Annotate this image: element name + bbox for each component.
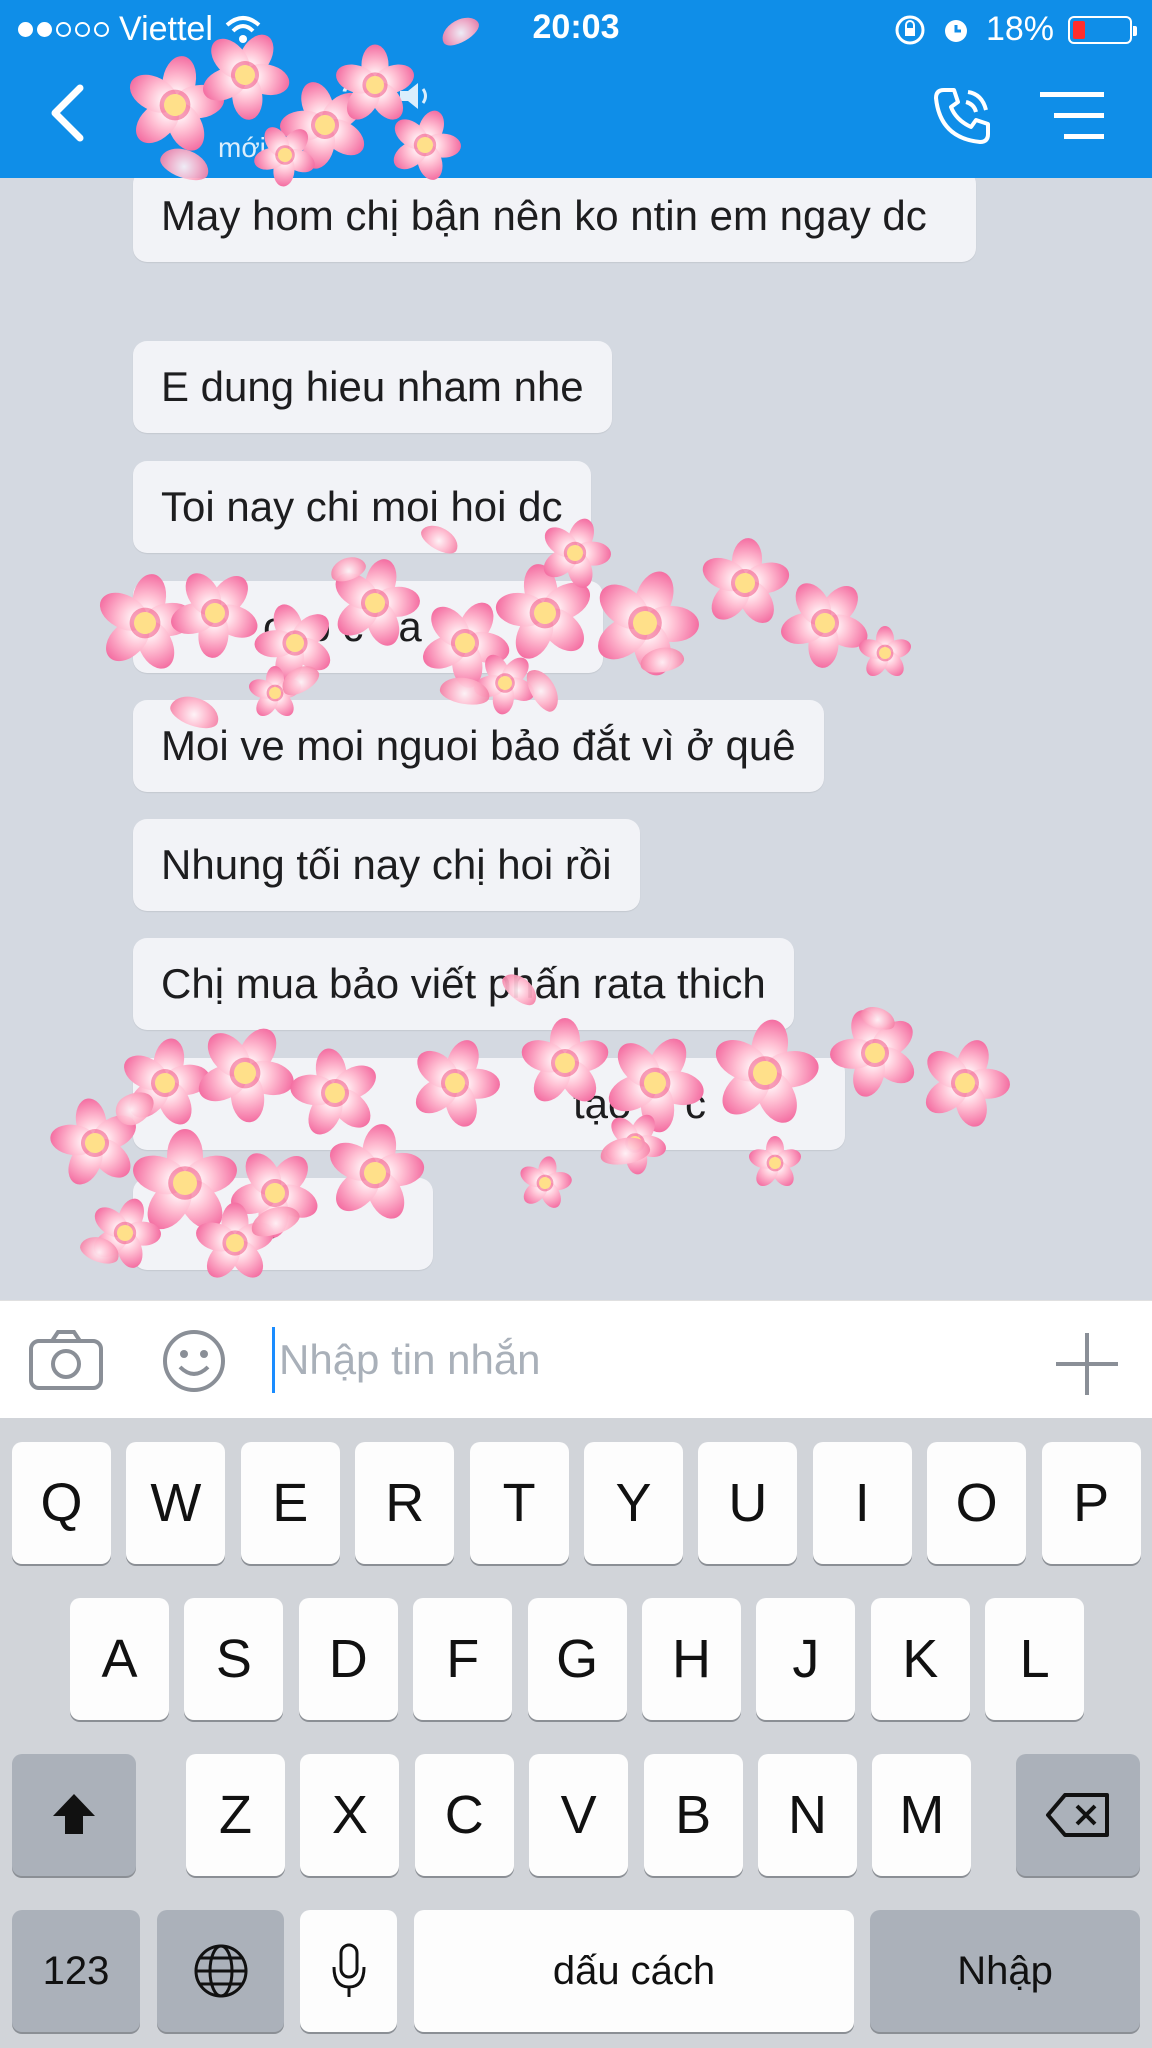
top-bar: Viettel 20:03 18% an mới xyxy=(0,0,1152,178)
message-input[interactable] xyxy=(272,1327,1012,1393)
battery-icon xyxy=(1068,15,1137,44)
key-v[interactable]: V xyxy=(529,1754,629,1876)
blossom-icon xyxy=(856,626,914,681)
key-m[interactable]: M xyxy=(872,1754,972,1876)
key-g[interactable]: G xyxy=(527,1598,627,1720)
message-bubble[interactable]: Moi ve moi nguoi bảo đắt vì ở quê xyxy=(133,700,824,792)
key-z[interactable]: Z xyxy=(186,1754,285,1876)
backspace-key[interactable] xyxy=(1016,1754,1140,1876)
key-l[interactable]: L xyxy=(985,1598,1085,1720)
battery-percent: 18% xyxy=(985,10,1054,48)
key-f[interactable]: F xyxy=(413,1598,513,1720)
key-b[interactable]: B xyxy=(643,1754,743,1876)
chat-subtitle: mới xyxy=(218,132,266,163)
rotation-lock-icon xyxy=(895,15,925,44)
microphone-icon xyxy=(332,1943,365,1997)
key-e[interactable]: E xyxy=(240,1442,340,1564)
status-right: 18% xyxy=(894,10,1137,49)
return-key[interactable]: Nhập xyxy=(870,1910,1140,2032)
message-text: Chị mua bảo viết phấn rata thich xyxy=(161,960,766,1007)
key-x[interactable]: X xyxy=(300,1754,400,1876)
message-text: Moi ve moi nguoi bảo đắt vì ở quê xyxy=(161,722,796,769)
keyboard: 123 dấu cách Nhập QWERTYUIOP ASDFGHJKL ZXC… xyxy=(0,1418,1152,2048)
message-bubble[interactable]: Toi nay chi moi hoi dc xyxy=(133,461,591,553)
space-key[interactable]: dấu cách xyxy=(414,1910,854,2032)
chat-title: an xyxy=(340,72,436,117)
back-icon[interactable] xyxy=(40,78,100,148)
message-bubble[interactable]: E dung hieu nham nhe xyxy=(133,341,612,433)
menu-icon[interactable] xyxy=(1040,88,1110,144)
globe-key[interactable] xyxy=(157,1910,284,2032)
numbers-key-label: 123 xyxy=(42,1948,110,1993)
call-icon[interactable] xyxy=(930,84,994,148)
alarm-icon xyxy=(944,19,967,42)
key-r[interactable]: R xyxy=(355,1442,455,1564)
message-bubble[interactable]: May hom chị bận nên ko ntin em ngay dc xyxy=(133,178,976,262)
globe-icon xyxy=(194,1944,247,1998)
message-text: E dung hieu nham nhe xyxy=(161,363,584,410)
blossom-icon xyxy=(907,1025,1022,1140)
emoji-icon[interactable] xyxy=(162,1329,226,1393)
key-j[interactable]: J xyxy=(756,1598,856,1720)
key-n[interactable]: N xyxy=(758,1754,857,1876)
key-w[interactable]: W xyxy=(126,1442,226,1564)
message-text: Nhung tối nay chị hoi rồi xyxy=(161,841,612,888)
message-bubble[interactable]: Nhung tối nay chị hoi rồi xyxy=(133,819,640,911)
add-icon[interactable] xyxy=(1054,1331,1120,1397)
key-a[interactable]: A xyxy=(70,1598,169,1720)
status-bar: Viettel 20:03 18% xyxy=(0,0,1152,58)
key-c[interactable]: C xyxy=(414,1754,514,1876)
key-s[interactable]: S xyxy=(184,1598,284,1720)
composer-bar xyxy=(0,1300,1152,1418)
message-text: Toi nay chi moi hoi dc xyxy=(161,483,563,530)
shift-icon xyxy=(53,1794,95,1834)
space-key-label: dấu cách xyxy=(552,1948,716,1993)
chat-title-text: an xyxy=(340,72,385,116)
key-h[interactable]: H xyxy=(642,1598,741,1720)
key-y[interactable]: Y xyxy=(584,1442,683,1564)
blossom-icon xyxy=(514,1152,577,1215)
return-key-label: Nhập xyxy=(957,1948,1053,1993)
key-o[interactable]: O xyxy=(927,1442,1027,1564)
shift-key[interactable] xyxy=(12,1754,136,1876)
blossom-icon xyxy=(318,1116,433,1231)
key-t[interactable]: T xyxy=(469,1442,569,1564)
key-k[interactable]: K xyxy=(870,1598,970,1720)
backspace-icon xyxy=(1046,1793,1109,1837)
key-q[interactable]: Q xyxy=(12,1442,111,1564)
camera-icon[interactable] xyxy=(28,1329,104,1391)
key-u[interactable]: U xyxy=(698,1442,798,1564)
message-list[interactable]: May hom chị bận nên ko ntin em ngay dc E… xyxy=(0,178,1152,1300)
key-d[interactable]: D xyxy=(298,1598,398,1720)
speaker-icon xyxy=(399,83,427,110)
key-p[interactable]: P xyxy=(1041,1442,1141,1564)
blossom-icon xyxy=(702,1010,827,1135)
blossom-icon xyxy=(746,1136,804,1191)
key-i[interactable]: I xyxy=(812,1442,912,1564)
message-text: May hom chị bận nên ko ntin em ngay dc xyxy=(161,192,927,239)
numbers-key[interactable]: 123 xyxy=(12,1910,140,2032)
dictation-key[interactable] xyxy=(300,1910,397,2032)
